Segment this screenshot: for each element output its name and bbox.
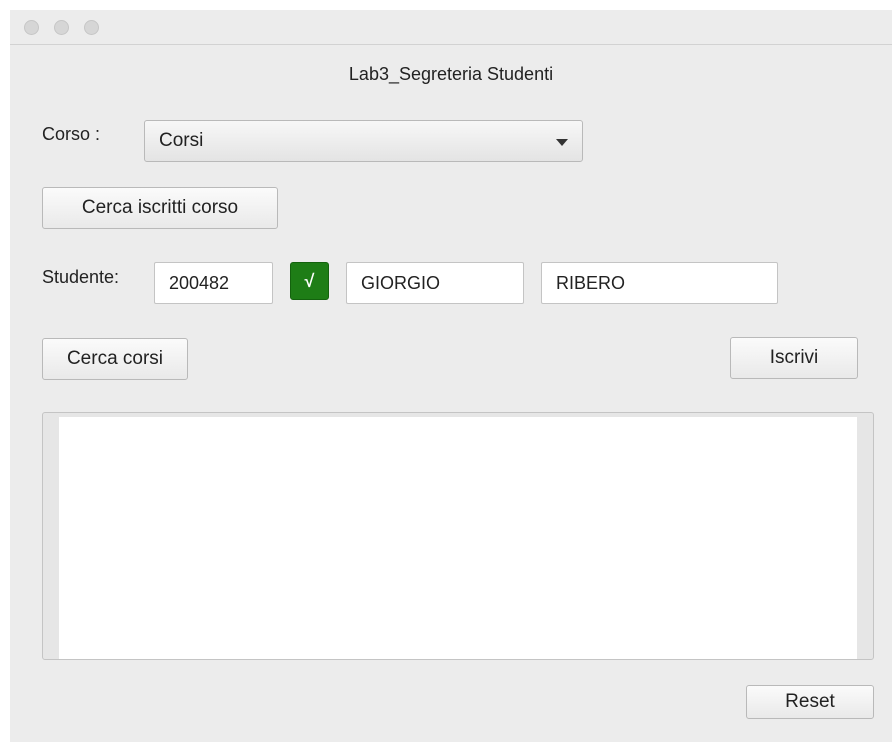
close-window-icon[interactable]	[24, 20, 39, 35]
app-window: Lab3_Segreteria Studenti Corso : Corsi C…	[10, 10, 892, 742]
cerca-corsi-button[interactable]: Cerca corsi	[42, 338, 188, 380]
reset-button[interactable]: Reset	[746, 685, 874, 719]
results-textarea[interactable]	[42, 412, 874, 660]
matricola-input[interactable]: 200482	[154, 262, 273, 304]
verifica-matricola-button[interactable]: √	[290, 262, 329, 300]
corso-combobox[interactable]: Corsi	[144, 120, 583, 162]
maximize-window-icon[interactable]	[84, 20, 99, 35]
studente-label: Studente:	[42, 267, 120, 287]
minimize-window-icon[interactable]	[54, 20, 69, 35]
results-text	[59, 417, 857, 659]
app-title: Lab3_Segreteria Studenti	[348, 64, 554, 84]
cognome-input[interactable]: RIBERO	[541, 262, 778, 304]
corso-label: Corso :	[42, 124, 101, 144]
nome-input[interactable]: GIORGIO	[346, 262, 524, 304]
cerca-iscritti-corso-button[interactable]: Cerca iscritti corso	[42, 187, 278, 229]
iscrivi-button[interactable]: Iscrivi	[730, 337, 858, 379]
chevron-down-icon	[556, 139, 568, 146]
corso-selected-value: Corsi	[159, 130, 204, 151]
title-bar	[10, 10, 892, 45]
